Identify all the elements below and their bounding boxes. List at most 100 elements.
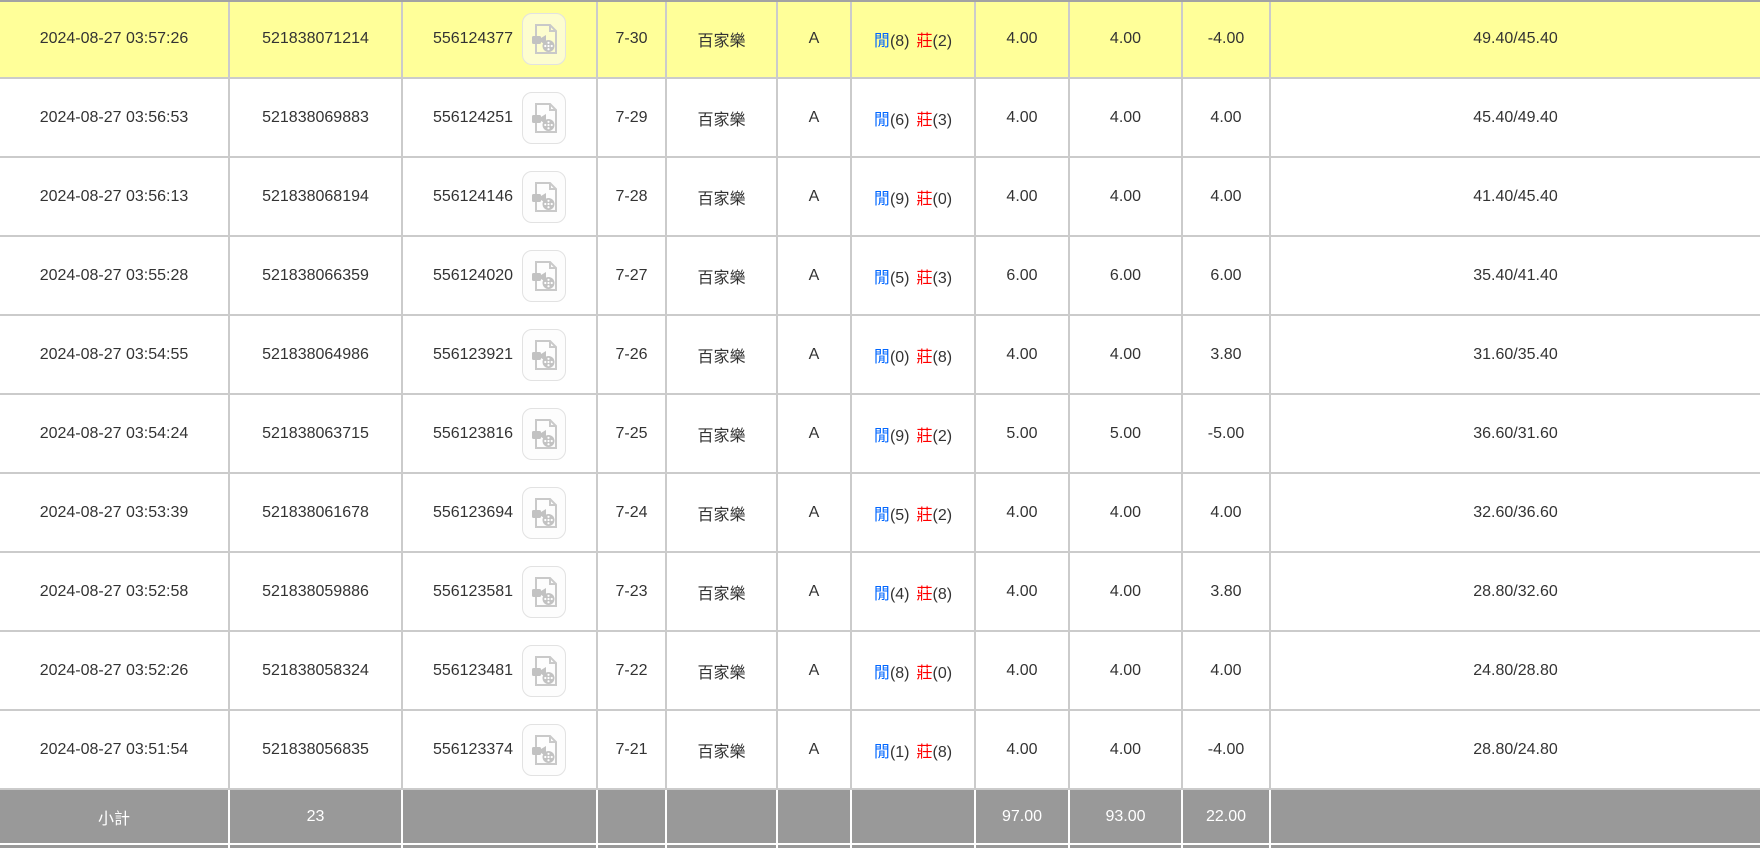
player-score: (5): [890, 270, 910, 287]
video-replay-icon: [531, 261, 557, 291]
table-row: 2024-08-27 03:56:53 521838069883 5561242…: [0, 79, 1760, 158]
cell-bet-amount: 6.00: [976, 237, 1070, 316]
cell-result: 閒(5)莊(2): [852, 474, 976, 553]
game-number: 556124251: [433, 109, 513, 127]
banker-label: 莊: [917, 665, 933, 682]
video-replay-icon: [531, 24, 557, 54]
cell-game-number: 556124020: [403, 237, 598, 316]
cell-winloss: 6.00: [1183, 237, 1271, 316]
cell-valid-amount: 4.00: [1070, 79, 1183, 158]
cell-balance: 24.80/28.80: [1271, 632, 1760, 711]
cell-table: A: [778, 711, 852, 790]
cell-balance: 45.40/49.40: [1271, 79, 1760, 158]
cell-bet-id: 521838061678: [230, 474, 403, 553]
cell-game-type: 百家樂: [667, 0, 778, 79]
cell-table: A: [778, 0, 852, 79]
cell-time: 2024-08-27 03:54:24: [0, 395, 230, 474]
player-label: 閒: [874, 349, 890, 366]
cell-table: A: [778, 79, 852, 158]
cell-round: 7-22: [598, 632, 667, 711]
cell-winloss: 4.00: [1183, 158, 1271, 237]
cell-bet-id: 521838058324: [230, 632, 403, 711]
table-row: 2024-08-27 03:57:26 521838071214 5561243…: [0, 0, 1760, 79]
game-number: 556123816: [433, 425, 513, 443]
game-number: 556124377: [433, 30, 513, 48]
cell-time: 2024-08-27 03:56:13: [0, 158, 230, 237]
video-replay-button[interactable]: [522, 487, 566, 539]
video-replay-button[interactable]: [522, 329, 566, 381]
cell-balance: 49.40/45.40: [1271, 0, 1760, 79]
bet-history-table: 2024-08-27 03:57:26 521838071214 5561243…: [0, 0, 1760, 848]
cell-bet-id: 521838069883: [230, 79, 403, 158]
video-replay-icon: [531, 419, 557, 449]
player-score: (1): [890, 744, 910, 761]
player-label: 閒: [874, 744, 890, 761]
video-replay-icon: [531, 577, 557, 607]
video-replay-icon: [531, 498, 557, 528]
cell-balance: 41.40/45.40: [1271, 158, 1760, 237]
video-replay-button[interactable]: [522, 92, 566, 144]
game-number: 556123694: [433, 504, 513, 522]
cell-game-number: 556124251: [403, 79, 598, 158]
cell-balance: 32.60/36.60: [1271, 474, 1760, 553]
video-replay-button[interactable]: [522, 408, 566, 460]
banker-label: 莊: [917, 33, 933, 50]
banker-score: (8): [933, 586, 953, 603]
cell-round: 7-28: [598, 158, 667, 237]
subtotal-valid-total: 93.00: [1070, 790, 1183, 845]
cell-bet-id: 521838066359: [230, 237, 403, 316]
cell-round: 7-30: [598, 0, 667, 79]
subtotal-row: 小計 23 97.00 93.00 22.00: [0, 790, 1760, 845]
player-label: 閒: [874, 586, 890, 603]
table-row: 2024-08-27 03:54:24 521838063715 5561238…: [0, 395, 1760, 474]
cell-bet-id: 521838068194: [230, 158, 403, 237]
cell-valid-amount: 4.00: [1070, 553, 1183, 632]
banker-score: (2): [933, 428, 953, 445]
cell-winloss: -5.00: [1183, 395, 1271, 474]
cell-result: 閒(0)莊(8): [852, 316, 976, 395]
cell-round: 7-25: [598, 395, 667, 474]
cell-result: 閒(8)莊(2): [852, 0, 976, 79]
cell-bet-amount: 4.00: [976, 474, 1070, 553]
player-score: (8): [890, 33, 910, 50]
cell-game-type: 百家樂: [667, 632, 778, 711]
video-replay-button[interactable]: [522, 724, 566, 776]
video-replay-button[interactable]: [522, 13, 566, 65]
cell-game-type: 百家樂: [667, 158, 778, 237]
player-score: (0): [890, 349, 910, 366]
player-score: (9): [890, 191, 910, 208]
cell-bet-amount: 5.00: [976, 395, 1070, 474]
cell-balance: 28.80/32.60: [1271, 553, 1760, 632]
cell-round: 7-21: [598, 711, 667, 790]
cell-valid-amount: 4.00: [1070, 711, 1183, 790]
player-label: 閒: [874, 665, 890, 682]
banker-score: (8): [933, 744, 953, 761]
banker-label: 莊: [917, 191, 933, 208]
video-replay-button[interactable]: [522, 566, 566, 618]
table-row: 2024-08-27 03:56:13 521838068194 5561241…: [0, 158, 1760, 237]
banker-label: 莊: [917, 349, 933, 366]
banker-label: 莊: [917, 428, 933, 445]
cell-result: 閒(8)莊(0): [852, 632, 976, 711]
cell-game-number: 556123481: [403, 632, 598, 711]
cell-bet-id: 521838056835: [230, 711, 403, 790]
cell-table: A: [778, 553, 852, 632]
video-replay-button[interactable]: [522, 250, 566, 302]
cell-game-number: 556124146: [403, 158, 598, 237]
cell-time: 2024-08-27 03:53:39: [0, 474, 230, 553]
banker-label: 莊: [917, 586, 933, 603]
game-number: 556123581: [433, 583, 513, 601]
game-number: 556123481: [433, 662, 513, 680]
video-replay-button[interactable]: [522, 171, 566, 223]
cell-bet-id: 521838071214: [230, 0, 403, 79]
player-score: (8): [890, 665, 910, 682]
cell-winloss: 4.00: [1183, 632, 1271, 711]
cell-table: A: [778, 474, 852, 553]
cell-valid-amount: 4.00: [1070, 0, 1183, 79]
video-replay-button[interactable]: [522, 645, 566, 697]
game-number: 556124020: [433, 267, 513, 285]
cell-result: 閒(4)莊(8): [852, 553, 976, 632]
banker-score: (2): [933, 33, 953, 50]
table-row: 2024-08-27 03:52:26 521838058324 5561234…: [0, 632, 1760, 711]
video-replay-icon: [531, 103, 557, 133]
